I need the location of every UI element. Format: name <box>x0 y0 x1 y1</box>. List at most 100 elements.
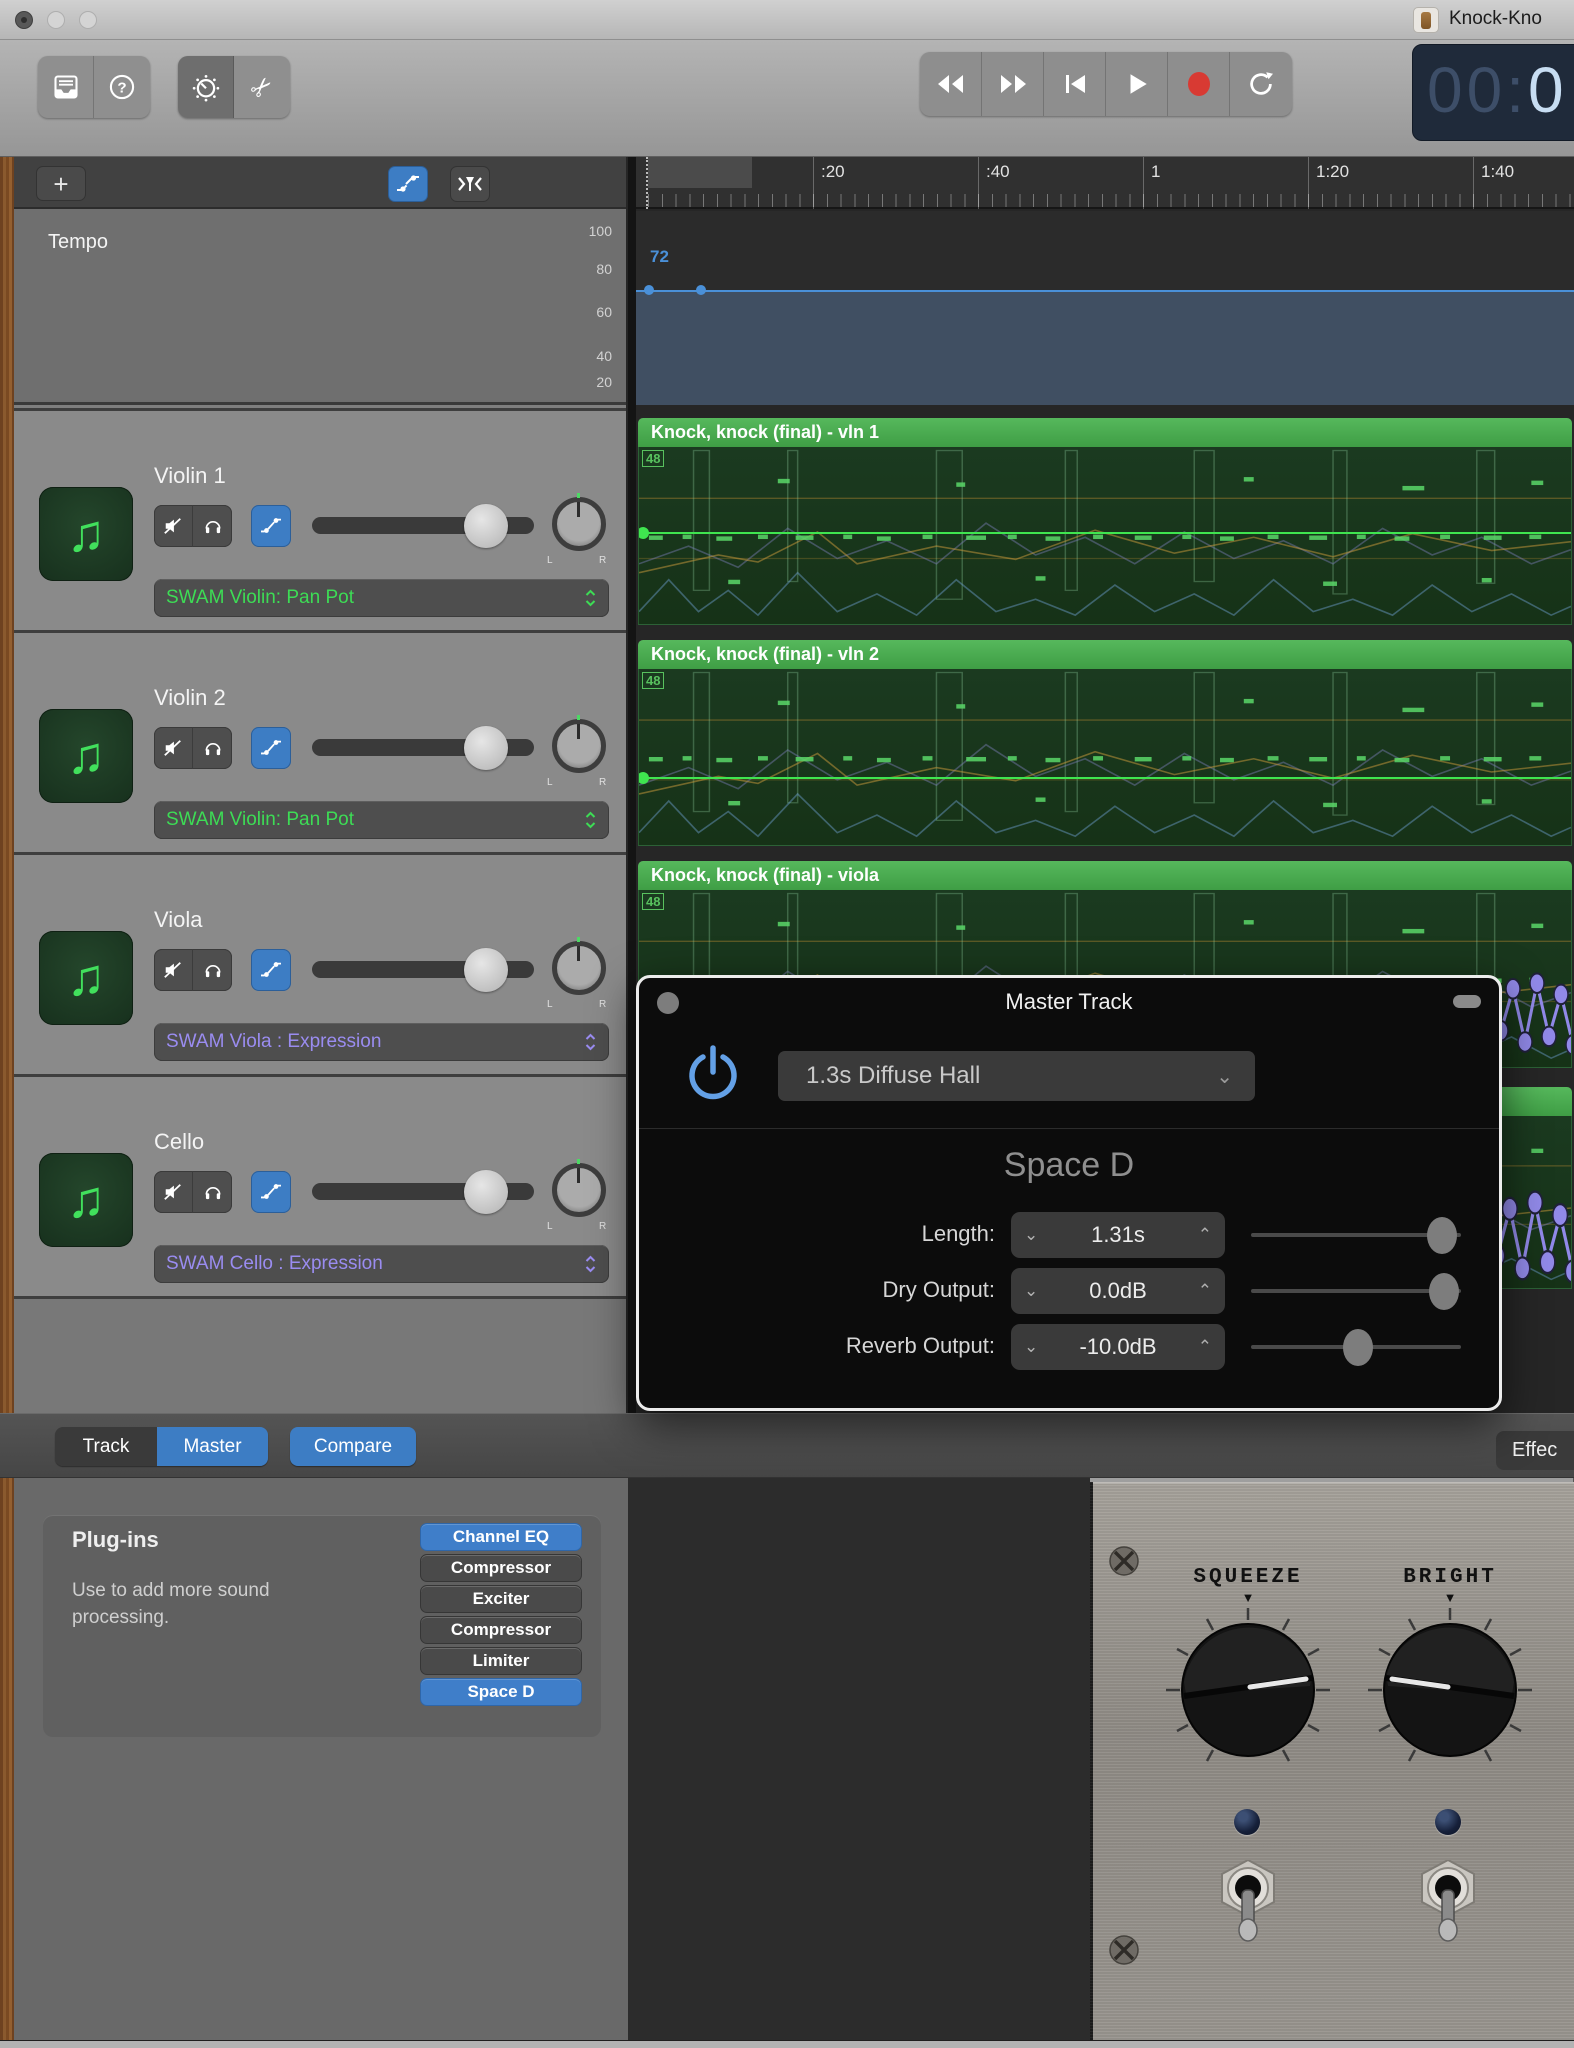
stepper-down-icon[interactable]: ⌄ <box>1024 1281 1038 1301</box>
cycle-button[interactable] <box>1230 52 1292 116</box>
mute-button[interactable] <box>154 1171 193 1213</box>
instrument-icon-tile[interactable]: ♫ <box>39 1153 133 1247</box>
play-button[interactable] <box>1106 52 1168 116</box>
pan-knob[interactable] <box>552 1163 606 1217</box>
catch-playhead-button[interactable] <box>450 166 490 202</box>
plugin-power-button[interactable] <box>683 1044 743 1108</box>
instrument-icon-tile[interactable]: ♫ <box>39 709 133 803</box>
region-header[interactable]: Knock, knock (final) - vln 1 <box>638 418 1572 447</box>
pan-knob[interactable] <box>552 497 606 551</box>
automation-line[interactable] <box>639 777 1571 779</box>
region-header[interactable]: Knock, knock (final) - vln 2 <box>638 640 1572 669</box>
panel-divider[interactable] <box>628 157 636 1413</box>
effects-button[interactable]: Effec <box>1496 1431 1574 1470</box>
track-name[interactable]: Violin 1 <box>154 463 226 489</box>
tab-master[interactable]: Master <box>157 1427 268 1466</box>
track-header-cello[interactable]: ♫ Cello L R SWAM Cello : Expression <box>14 1074 626 1296</box>
track-header-viola[interactable]: ♫ Viola L R SWAM Viola : Expression <box>14 852 626 1074</box>
tempo-point[interactable] <box>644 285 654 295</box>
instrument-icon-tile[interactable]: ♫ <box>39 487 133 581</box>
fast-forward-button[interactable] <box>982 52 1044 116</box>
solo-button[interactable] <box>193 949 232 991</box>
track-name[interactable]: Violin 2 <box>154 685 226 711</box>
volume-slider-thumb[interactable] <box>464 1170 508 1214</box>
tempo-point[interactable] <box>696 285 706 295</box>
smart-control-parameter-dropdown[interactable]: SWAM Violin: Pan Pot <box>154 579 609 617</box>
automation-points-purple[interactable] <box>1491 1190 1572 1284</box>
slider-thumb[interactable] <box>1429 1273 1459 1310</box>
region-header[interactable]: Knock, knock (final) - viola <box>638 861 1572 890</box>
go-to-beginning-button[interactable] <box>1044 52 1106 116</box>
tempo-lane[interactable]: 72 <box>636 211 1574 405</box>
stepper-down-icon[interactable]: ⌄ <box>1024 1337 1038 1357</box>
track-automation-button[interactable] <box>251 727 291 769</box>
param-value[interactable]: 1.31s <box>1038 1222 1198 1248</box>
automation-mode-button[interactable] <box>388 166 428 202</box>
track-automation-button[interactable] <box>251 505 291 547</box>
track-name[interactable]: Viola <box>154 907 203 933</box>
param-value[interactable]: -10.0dB <box>1038 1334 1198 1360</box>
automation-line[interactable] <box>639 532 1571 534</box>
reverb-output-stepper[interactable]: ⌄ -10.0dB ⌃ <box>1011 1324 1225 1370</box>
volume-slider-thumb[interactable] <box>464 504 508 548</box>
region-vln2[interactable]: Knock, knock (final) - vln 2 48 <box>638 640 1572 846</box>
editors-button[interactable]: ✂ <box>234 56 290 118</box>
plugin-view-toggle[interactable] <box>1453 995 1481 1008</box>
instrument-icon-tile[interactable]: ♫ <box>39 931 133 1025</box>
mute-button[interactable] <box>154 505 193 547</box>
rewind-button[interactable] <box>920 52 982 116</box>
stepper-up-icon[interactable]: ⌃ <box>1198 1337 1212 1357</box>
track-automation-button[interactable] <box>251 1171 291 1213</box>
param-value[interactable]: 0.0dB <box>1038 1278 1198 1304</box>
solo-button[interactable] <box>193 505 232 547</box>
mute-button[interactable] <box>154 727 193 769</box>
volume-slider-thumb[interactable] <box>464 726 508 770</box>
track-automation-button[interactable] <box>251 949 291 991</box>
minimize-window-button[interactable] <box>47 11 65 29</box>
add-track-button[interactable]: + <box>36 166 86 201</box>
slider-thumb[interactable] <box>1343 1329 1373 1366</box>
length-stepper[interactable]: ⌄ 1.31s ⌃ <box>1011 1212 1225 1258</box>
smart-control-parameter-dropdown[interactable]: SWAM Viola : Expression <box>154 1023 609 1061</box>
reverb-output-slider[interactable] <box>1251 1345 1461 1349</box>
plugin-slot-space-d[interactable]: Space D <box>420 1678 582 1706</box>
close-window-button[interactable] <box>15 11 33 29</box>
smart-controls-button[interactable] <box>178 56 234 118</box>
plugin-slot-compressor-1[interactable]: Compressor <box>420 1554 582 1582</box>
stepper-down-icon[interactable]: ⌄ <box>1024 1225 1038 1245</box>
cycle-range[interactable] <box>648 157 752 188</box>
plugin-slot-compressor-2[interactable]: Compressor <box>420 1616 582 1644</box>
quick-help-button[interactable]: ? <box>94 56 150 118</box>
master-track-plugin-window[interactable]: Master Track 1.3s Diffuse Hall ⌄ Space D… <box>636 975 1502 1411</box>
plugin-slot-channel-eq[interactable]: Channel EQ <box>420 1523 582 1551</box>
mute-button[interactable] <box>154 949 193 991</box>
bright-toggle-switch[interactable] <box>1414 1860 1482 1958</box>
squeeze-knob[interactable] <box>1158 1600 1338 1780</box>
record-button[interactable] <box>1168 52 1230 116</box>
solo-button[interactable] <box>193 727 232 769</box>
automation-points-purple[interactable] <box>1495 972 1572 1056</box>
dry-output-slider[interactable] <box>1251 1289 1461 1293</box>
track-header-violin1[interactable]: ♫ Violin 1 L R SWAM Violin: Pan Pot <box>14 408 626 630</box>
length-slider[interactable] <box>1251 1233 1461 1237</box>
tab-track[interactable]: Track <box>55 1427 157 1466</box>
pan-knob[interactable] <box>552 719 606 773</box>
preset-dropdown[interactable]: 1.3s Diffuse Hall ⌄ <box>778 1051 1255 1101</box>
time-ruler[interactable]: :20 :40 1 1:20 1:40 <box>636 157 1574 209</box>
lcd-display[interactable]: 00:0 <box>1412 44 1574 141</box>
bright-knob[interactable] <box>1360 1600 1540 1780</box>
smart-control-parameter-dropdown[interactable]: SWAM Cello : Expression <box>154 1245 609 1283</box>
track-header-violin2[interactable]: ♫ Violin 2 L R SWAM Violin: Pan Pot <box>14 630 626 852</box>
slider-thumb[interactable] <box>1427 1217 1457 1254</box>
plugin-slot-exciter[interactable]: Exciter <box>420 1585 582 1613</box>
smart-control-parameter-dropdown[interactable]: SWAM Violin: Pan Pot <box>154 801 609 839</box>
solo-button[interactable] <box>193 1171 232 1213</box>
tempo-track-header[interactable]: Tempo 100 80 60 40 20 <box>14 209 626 405</box>
library-button[interactable] <box>38 56 94 118</box>
region-vln1[interactable]: Knock, knock (final) - vln 1 48 <box>638 418 1572 625</box>
squeeze-toggle-switch[interactable] <box>1214 1860 1282 1958</box>
stepper-up-icon[interactable]: ⌃ <box>1198 1281 1212 1301</box>
compare-button[interactable]: Compare <box>290 1427 416 1466</box>
volume-slider-thumb[interactable] <box>464 948 508 992</box>
zoom-window-button[interactable] <box>79 11 97 29</box>
